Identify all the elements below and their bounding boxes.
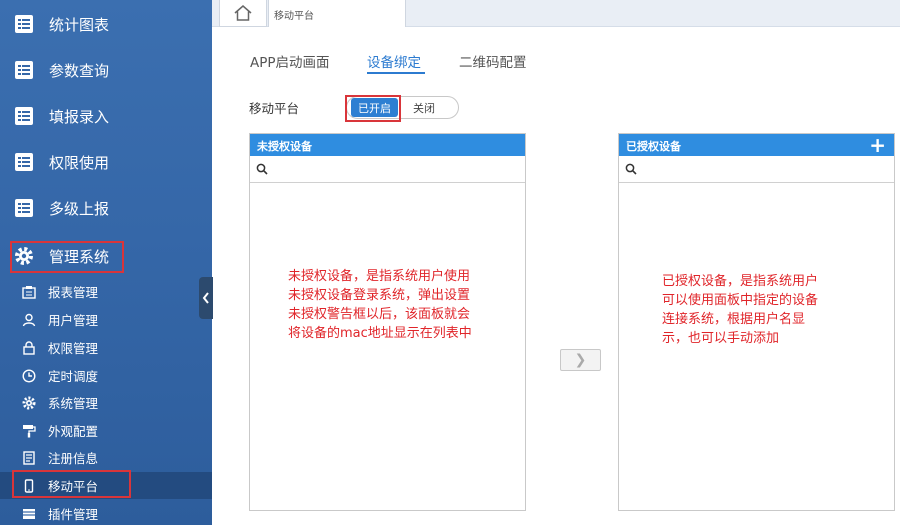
sidebar-subitem-system-management[interactable]: 系统管理 bbox=[0, 389, 212, 416]
list-doc-icon bbox=[15, 15, 33, 33]
search-icon bbox=[256, 163, 268, 175]
annotation-text: 已授权设备，是指系统用户 可以使用面板中指定的设备 连接系统，根据用户名显 示，… bbox=[662, 272, 818, 348]
list-doc-icon bbox=[15, 199, 33, 217]
sidebar-subitem-report-management[interactable]: 报表管理 bbox=[0, 278, 212, 305]
tab-mobile-platform[interactable]: 移动平台 bbox=[268, 0, 406, 27]
annotation-line: 连接系统，根据用户名显 bbox=[662, 312, 806, 327]
highlight-box bbox=[345, 95, 401, 122]
sidebar-item-parameter-query[interactable]: 参数查询 bbox=[0, 47, 212, 93]
panel-search bbox=[619, 156, 894, 183]
sidebar-item-statistics-charts[interactable]: 统计图表 bbox=[0, 1, 212, 47]
sidebar: 统计图表 参数查询 填报录入 权限使用 多级上报 管理系统 报表管理 用户管理 … bbox=[0, 0, 212, 525]
sidebar-subitem-label: 插件管理 bbox=[48, 507, 99, 522]
sidebar-subitem-label: 用户管理 bbox=[48, 313, 99, 328]
list-doc-icon bbox=[15, 107, 33, 125]
sidebar-item-multilevel-report[interactable]: 多级上报 bbox=[0, 185, 212, 231]
active-tab-underline bbox=[367, 72, 425, 74]
sidebar-subitem-label: 定时调度 bbox=[48, 369, 99, 384]
panel-title: 未授权设备 bbox=[257, 140, 312, 153]
sidebar-item-data-entry[interactable]: 填报录入 bbox=[0, 93, 212, 139]
panel-search bbox=[250, 156, 525, 183]
paint-roller-icon bbox=[23, 424, 36, 437]
annotation-line: 示，也可以手动添加 bbox=[662, 331, 780, 346]
annotation-text: 未授权设备，是指系统用户使用 未授权设备登录系统，弹出设置 未授权警告框以后，该… bbox=[288, 267, 472, 343]
sidebar-subitem-plugin-management[interactable]: 插件管理 bbox=[0, 500, 212, 525]
list-doc-icon bbox=[15, 61, 33, 79]
clock-icon bbox=[22, 368, 36, 383]
panel-title: 已授权设备 bbox=[626, 140, 681, 153]
highlight-box bbox=[10, 241, 124, 273]
subtab-app-launch-screen[interactable]: APP启动画面 bbox=[250, 51, 330, 71]
sidebar-subitem-label: 系统管理 bbox=[48, 396, 99, 411]
home-icon bbox=[234, 5, 252, 21]
panel-header: 未授权设备 bbox=[250, 134, 525, 156]
sidebar-subitem-label: 权限管理 bbox=[48, 341, 99, 356]
annotation-line: 未授权设备，是指系统用户使用 bbox=[288, 269, 471, 284]
sidebar-item-label: 统计图表 bbox=[49, 15, 110, 34]
sidebar-subitem-registration-info[interactable]: 注册信息 bbox=[0, 444, 212, 471]
gear-icon bbox=[22, 396, 36, 409]
platform-label: 移动平台 bbox=[249, 101, 300, 116]
plugin-icon bbox=[23, 508, 35, 519]
home-tab[interactable] bbox=[219, 0, 267, 27]
sidebar-item-label: 多级上报 bbox=[49, 199, 110, 218]
toggle-off-option[interactable]: 关闭 bbox=[413, 100, 435, 116]
sidebar-subitem-scheduled-tasks[interactable]: 定时调度 bbox=[0, 362, 212, 389]
search-input[interactable] bbox=[272, 159, 517, 179]
annotation-line: 将设备的mac地址显示在列表中 bbox=[288, 326, 472, 341]
register-icon bbox=[23, 450, 35, 465]
sidebar-subitem-permission-management[interactable]: 权限管理 bbox=[0, 334, 212, 361]
sidebar-subitem-label: 报表管理 bbox=[48, 285, 99, 300]
annotation-line: 未授权警告框以后，该面板就会 bbox=[288, 307, 471, 322]
list-doc-icon bbox=[15, 153, 33, 171]
subtab-qr-code-config[interactable]: 二维码配置 bbox=[459, 51, 527, 71]
sidebar-collapse-button[interactable] bbox=[199, 277, 213, 319]
move-right-button[interactable]: ❯ bbox=[560, 349, 601, 371]
annotation-line: 可以使用面板中指定的设备 bbox=[662, 293, 819, 308]
search-input[interactable] bbox=[641, 159, 886, 179]
search-icon bbox=[625, 163, 637, 175]
sidebar-item-permission-use[interactable]: 权限使用 bbox=[0, 139, 212, 185]
sidebar-subitem-label: 注册信息 bbox=[48, 451, 99, 466]
user-icon bbox=[22, 313, 36, 326]
add-device-button[interactable]: + bbox=[869, 135, 886, 155]
highlight-box bbox=[12, 470, 131, 498]
sidebar-subitem-user-management[interactable]: 用户管理 bbox=[0, 306, 212, 333]
tab-label: 移动平台 bbox=[274, 11, 314, 22]
sidebar-subitem-appearance-config[interactable]: 外观配置 bbox=[0, 417, 212, 444]
report-icon bbox=[22, 285, 36, 299]
sidebar-item-label: 权限使用 bbox=[49, 153, 110, 172]
lock-icon bbox=[23, 340, 35, 355]
sidebar-subitem-label: 外观配置 bbox=[48, 424, 99, 439]
chevron-left-icon bbox=[202, 292, 209, 304]
panel-header: 已授权设备 + bbox=[619, 134, 894, 156]
annotation-line: 未授权设备登录系统，弹出设置 bbox=[288, 288, 471, 303]
sidebar-item-label: 参数查询 bbox=[49, 61, 110, 80]
subtab-device-binding[interactable]: 设备绑定 bbox=[367, 51, 421, 71]
annotation-line: 已授权设备，是指系统用户 bbox=[662, 274, 819, 289]
sidebar-item-label: 填报录入 bbox=[49, 107, 110, 126]
